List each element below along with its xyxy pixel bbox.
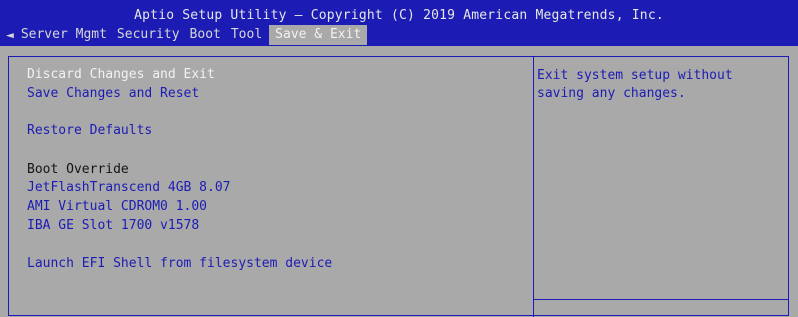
tab-server-mgmt[interactable]: Server Mgmt: [16, 25, 112, 45]
help-separator: [534, 299, 788, 300]
boot-device-jetflash[interactable]: JetFlashTranscend 4GB 8.07: [27, 180, 231, 196]
help-text: Exit system setup without saving any cha…: [537, 68, 733, 101]
title-text: Aptio Setup Utility – Copyright (C) 2019…: [134, 8, 664, 23]
restore-defaults-item[interactable]: Restore Defaults: [27, 123, 152, 139]
boot-device-iba-ge[interactable]: IBA GE Slot 1700 v1578: [27, 218, 199, 234]
tab-bar: ◄ Server Mgmt Security Boot Tool Save & …: [6, 25, 368, 45]
discard-changes-exit-item[interactable]: Discard Changes and Exit: [27, 67, 215, 83]
tab-security[interactable]: Security: [112, 25, 185, 45]
save-changes-reset-item[interactable]: Save Changes and Reset: [27, 86, 199, 102]
tab-boot[interactable]: Boot: [185, 25, 226, 45]
left-arrow-icon[interactable]: ◄: [6, 28, 16, 43]
boot-device-ami-cdrom[interactable]: AMI Virtual CDROM0 1.00: [27, 199, 207, 215]
tab-save-exit[interactable]: Save & Exit: [269, 25, 368, 45]
panel-divider: [533, 57, 534, 317]
tab-tool[interactable]: Tool: [226, 25, 267, 45]
launch-efi-shell-item[interactable]: Launch EFI Shell from filesystem device: [27, 256, 332, 272]
main-panel: Discard Changes and Exit Save Changes an…: [8, 56, 789, 317]
title-bar: Aptio Setup Utility – Copyright (C) 2019…: [0, 0, 798, 46]
boot-override-heading: Boot Override: [27, 162, 129, 177]
